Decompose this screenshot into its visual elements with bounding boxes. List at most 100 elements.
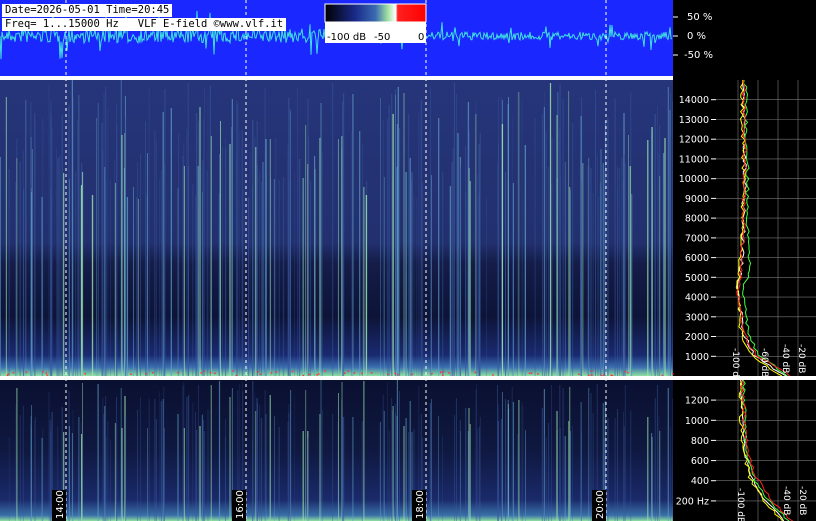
noise-speck [270,372,273,374]
frequency-tick-label: 7000 [685,233,709,244]
noise-speck [291,370,294,373]
noise-speck [42,370,44,373]
noise-speck [177,371,179,374]
noise-speck [84,373,86,375]
frequency-tick-label: 1000 [685,416,709,427]
noise-speck [440,371,442,373]
waveform-scale: 50 % 0 % -50 % [673,12,713,61]
time-label-16-text: 16:00 [235,490,246,519]
noise-speck [610,374,612,377]
frequency-tick-label: 2000 [685,332,709,343]
noise-speck [45,372,47,374]
time-label-18-text: 18:00 [415,490,426,519]
frequency-tick-label: 200 Hz [676,496,709,507]
colorbar-label-mid: -50 [374,32,390,43]
time-label-14: 14:00 [52,490,66,521]
time-label-20-text: 20:00 [595,490,606,519]
noise-speck [209,371,212,374]
noise-speck [324,370,326,372]
spectrogram-lower [0,380,673,521]
lower-db-label-100: -100 dB [735,488,745,521]
upper-frequency-ticks: 1000 2000 3000 4000 5000 6000 7000 8000 9000 1000… [679,95,716,363]
frequency-tick-label: 14000 [679,95,709,106]
frequency-tick-label: 600 [691,456,709,467]
time-label-14-text: 14:00 [55,490,66,519]
frequency-tick-label: 9000 [685,194,709,205]
noise-speck [431,372,433,375]
time-label-16: 16:00 [232,490,246,521]
spectrogram-upper [0,80,673,376]
noise-speck [370,372,373,374]
frequency-tick-label: 3000 [685,312,709,323]
lower-db-label-20: -20 dB [797,486,807,515]
noise-speck [203,370,205,373]
noise-speck [353,372,356,374]
frequency-tick-label: 1200 [685,396,709,407]
noise-speck [275,371,277,373]
noise-speck [602,374,605,376]
noise-speck [397,373,399,376]
upper-db-label-40: -40 dB [780,344,790,373]
noise-speck [145,373,147,375]
noise-speck [411,373,414,376]
frequency-tick-label: 400 [691,476,709,487]
noise-speck [25,371,28,373]
noise-speck [308,373,311,376]
noise-speck [259,373,261,375]
wave-tick-neg50: -50 % [684,50,713,61]
noise-speck [442,374,444,376]
frequency-tick-label: 5000 [685,273,709,284]
time-label-20: 20:00 [592,490,606,521]
noise-speck [624,370,626,373]
frequency-tick-label: 10000 [679,174,709,185]
noise-speck [530,372,533,374]
frequency-tick-label: 13000 [679,115,709,126]
noise-speck [578,373,580,375]
frequency-tick-label: 8000 [685,214,709,225]
frequency-info: Freq= 1...15000 Hz VLF E-field ©www.vlf.… [2,18,287,31]
noise-speck [442,371,445,373]
noise-speck [448,372,450,374]
right-panel-divider [673,376,816,380]
upper-db-label-20: -20 dB [796,344,806,373]
spectrogram-display: 14:00 16:00 18:00 20:00 50 % 0 % -50 % 1… [0,0,816,521]
noise-speck [672,373,674,375]
noise-speck [344,372,346,374]
lower-db-label-40: -40 dB [781,486,791,515]
lower-frequency-ticks: 200 Hz 400 600 800 1000 1200 [676,396,716,507]
noise-speck [214,372,216,375]
noise-speck [152,372,154,374]
frequency-tick-label: 12000 [679,135,709,146]
date-time-info: Date=2026-05-01 Time=20:45 [2,4,173,17]
frequency-tick-label: 6000 [685,253,709,264]
noise-speck [232,370,234,372]
noise-speck [316,374,318,376]
noise-speck [200,372,202,374]
noise-speck [492,374,494,376]
vlf-monitor-screen: 14:00 16:00 18:00 20:00 50 % 0 % -50 % 1… [0,0,816,521]
colorbar-label-max: 0 [418,32,424,43]
wave-tick-50: 50 % [687,12,712,23]
noise-speck [394,372,396,375]
noise-speck [537,373,539,375]
noise-speck [591,374,593,376]
noise-speck [528,372,531,375]
time-label-18: 18:00 [412,490,426,521]
noise-speck [12,372,15,374]
colorbar-label-min: -100 dB [327,32,366,43]
wave-tick-0: 0 % [687,31,706,42]
noise-speck [318,373,320,375]
noise-speck [474,371,477,374]
colorbar: -100 dB -50 0 [324,3,427,43]
noise-speck [347,370,349,372]
noise-speck [130,373,132,375]
upper-db-label-60: -60 dB [759,348,769,377]
frequency-tick-label: 4000 [685,293,709,304]
frequency-tick-label: 800 [691,436,709,447]
spectrum-panel-upper: 1000 2000 3000 4000 5000 6000 7000 8000 9000 1000… [679,79,816,383]
noise-speck [387,373,389,376]
noise-speck [7,373,9,375]
noise-speck [661,374,664,377]
noise-speck [591,370,593,372]
noise-speck [361,372,363,375]
